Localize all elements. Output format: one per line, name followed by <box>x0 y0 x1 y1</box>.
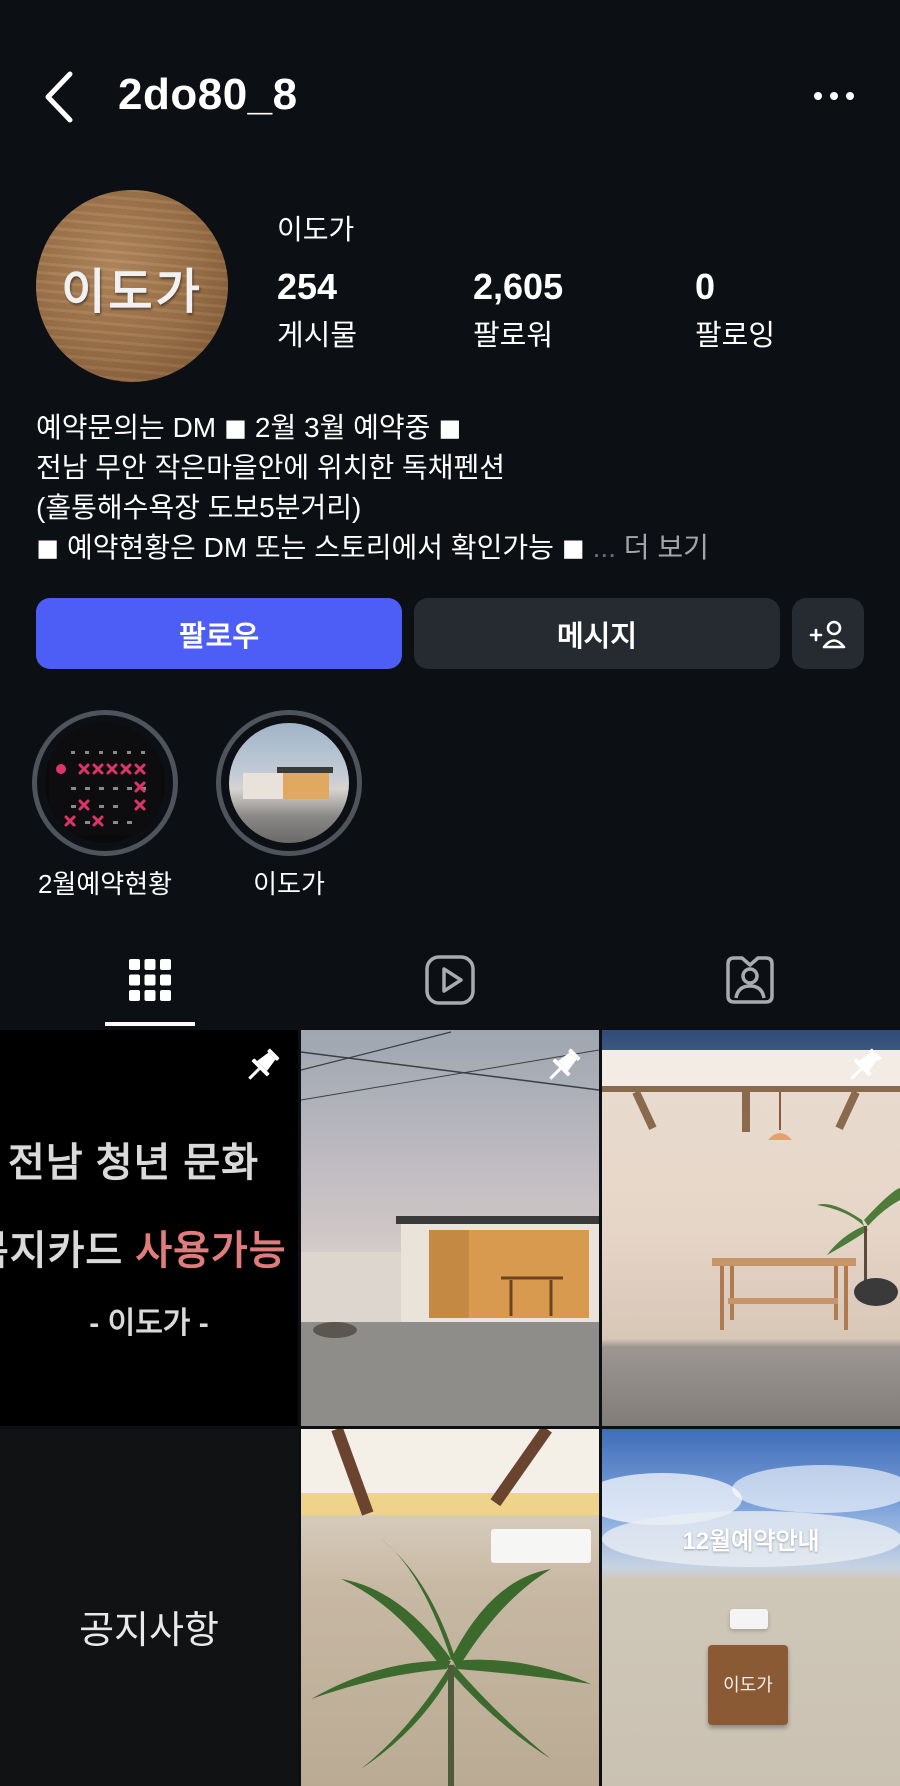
house-thumbnail <box>229 723 349 843</box>
more-options-button[interactable] <box>806 78 862 114</box>
interior-photo <box>602 1050 900 1330</box>
post-text: 복지카드 사용가능 <box>0 1218 287 1276</box>
profile-header: 2do80_8 <box>0 50 900 140</box>
tab-reels[interactable] <box>420 950 480 1010</box>
stat-followers-label: 팔로워 <box>473 320 554 352</box>
plaque-text: 이도가 <box>723 1675 773 1695</box>
tab-tagged[interactable] <box>720 950 780 1010</box>
active-tab-indicator <box>105 1022 195 1026</box>
pin-icon <box>850 1048 882 1080</box>
post-thumbnail[interactable]: 12월예약안내 이도가 <box>602 1429 900 1786</box>
calendar-thumbnail <box>45 723 165 843</box>
post-text-red: 사용가능 <box>135 1229 287 1273</box>
tab-posts-grid[interactable] <box>120 950 180 1010</box>
pin-icon <box>248 1048 280 1080</box>
stat-posts-label: 게시물 <box>277 320 358 352</box>
wall-light <box>730 1609 768 1629</box>
stat-followers[interactable]: 2,605 팔로워 <box>473 266 563 354</box>
chevron-left-icon <box>45 71 73 123</box>
profile-username: 2do80_8 <box>118 70 298 119</box>
posts-grid: 전남 청년 문화 복지카드 사용가능 - 이도가 - <box>0 1030 900 1786</box>
tagged-person-icon <box>726 956 774 1004</box>
palm-photo <box>301 1429 599 1786</box>
stat-followers-count: 2,605 <box>473 266 564 307</box>
exterior-photo <box>301 1031 599 1426</box>
display-name: 이도가 <box>277 214 355 245</box>
stat-posts-count: 254 <box>277 266 338 307</box>
more-horizontal-icon <box>814 92 854 100</box>
message-button[interactable]: 메시지 <box>414 598 780 669</box>
highlight-idoga[interactable]: 이도가 <box>216 710 362 901</box>
post-thumbnail[interactable]: 공지사항 <box>0 1429 298 1786</box>
stat-posts[interactable]: 254 게시물 <box>277 266 357 354</box>
bio-more-link[interactable]: 더 보기 <box>624 532 709 563</box>
stat-following-count: 0 <box>695 266 716 307</box>
reels-icon <box>425 955 475 1005</box>
follow-button[interactable]: 팔로우 <box>36 598 402 669</box>
pin-icon <box>549 1048 581 1080</box>
post-text: - 이도가 - <box>89 1307 209 1340</box>
grid-icon <box>129 959 171 1001</box>
bio-line: (홀통해수욕장 도보5분거리) <box>36 492 362 523</box>
highlight-label: 이도가 <box>253 869 325 899</box>
profile-bio: 예약문의는 DM ◼︎ 2월 3월 예약중 ◼︎ 전남 무안 작은마을안에 위치… <box>36 408 876 568</box>
post-thumbnail[interactable] <box>301 1429 599 1786</box>
bio-line-last: ◼︎ 예약현황은 DM 또는 스토리에서 확인가능 ◼︎ ... 더 보기 <box>36 528 876 568</box>
add-person-icon <box>809 620 846 648</box>
highlight-label: 2월예약현황 <box>37 869 173 899</box>
avatar-text: 이도가 <box>61 266 203 319</box>
bio-ellipsis: ... <box>592 532 616 563</box>
post-thumbnail[interactable] <box>602 1030 900 1426</box>
stat-following-label: 팔로잉 <box>695 320 776 352</box>
bio-line: ◼︎ 예약현황은 DM 또는 스토리에서 확인가능 ◼︎ <box>36 532 585 563</box>
calendar-image <box>49 723 161 835</box>
bio-line: 예약문의는 DM ◼︎ 2월 3월 예약중 ◼︎ <box>36 412 462 443</box>
post-thumbnail[interactable] <box>301 1030 599 1426</box>
post-text: 12월예약안내 <box>682 1528 820 1555</box>
stat-following[interactable]: 0 팔로잉 <box>695 266 775 354</box>
post-text-white: 복지카드 <box>0 1229 124 1273</box>
post-text: 전남 청년 문화 <box>8 1141 260 1185</box>
post-thumbnail[interactable]: 전남 청년 문화 복지카드 사용가능 - 이도가 - <box>0 1030 298 1426</box>
bio-line: 전남 무안 작은마을안에 위치한 독채펜션 <box>36 452 506 483</box>
highlight-reservation-status[interactable]: 2월예약현황 <box>32 710 178 901</box>
highlight-ring <box>32 710 178 856</box>
highlight-ring <box>216 710 362 856</box>
name-plaque: 이도가 <box>708 1645 788 1725</box>
suggested-users-button[interactable] <box>792 598 864 669</box>
profile-avatar[interactable]: 이도가 <box>36 190 228 382</box>
post-text: 공지사항 <box>79 1610 219 1652</box>
clouds-photo <box>602 1465 900 1567</box>
back-button[interactable] <box>40 68 80 126</box>
